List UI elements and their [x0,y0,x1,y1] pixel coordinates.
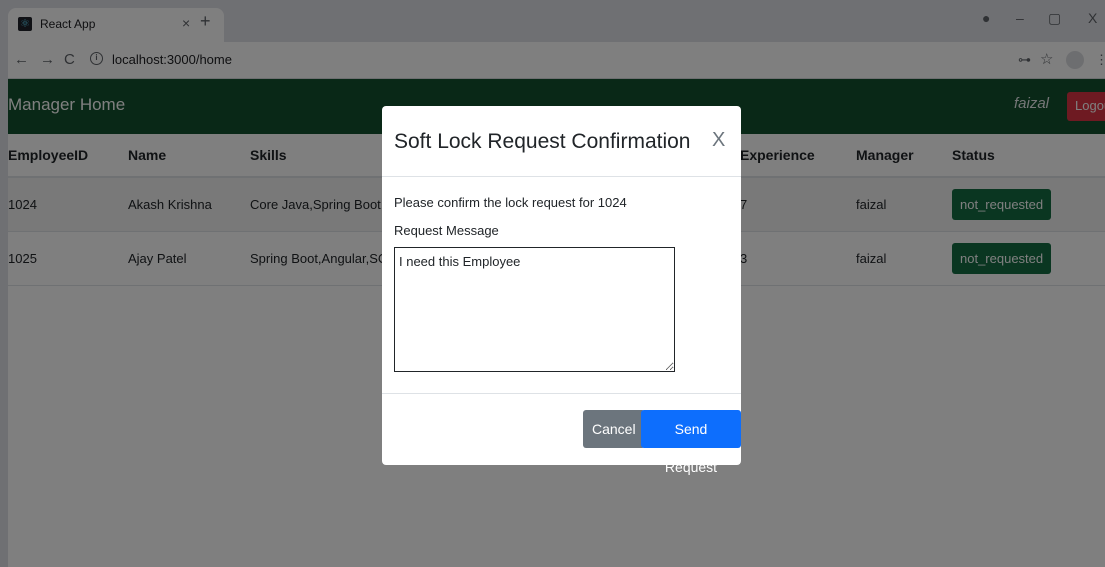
send-request-button[interactable]: Send Request [641,410,741,475]
modal-body: Please confirm the lock request for 1024… [382,177,741,394]
request-message-label: Request Message [394,223,499,238]
confirm-text: Please confirm the lock request for 1024 [394,195,627,210]
modal-footer: Cancel Send Request [382,394,741,475]
modal-header: Soft Lock Request Confirmation X [382,106,741,177]
soft-lock-modal: Soft Lock Request Confirmation X Please … [382,106,741,475]
cancel-button[interactable]: Cancel [583,410,645,448]
request-message-input[interactable]: I need this Employee [394,247,675,372]
modal-title: Soft Lock Request Confirmation [394,130,691,153]
close-icon[interactable]: X [712,130,725,150]
